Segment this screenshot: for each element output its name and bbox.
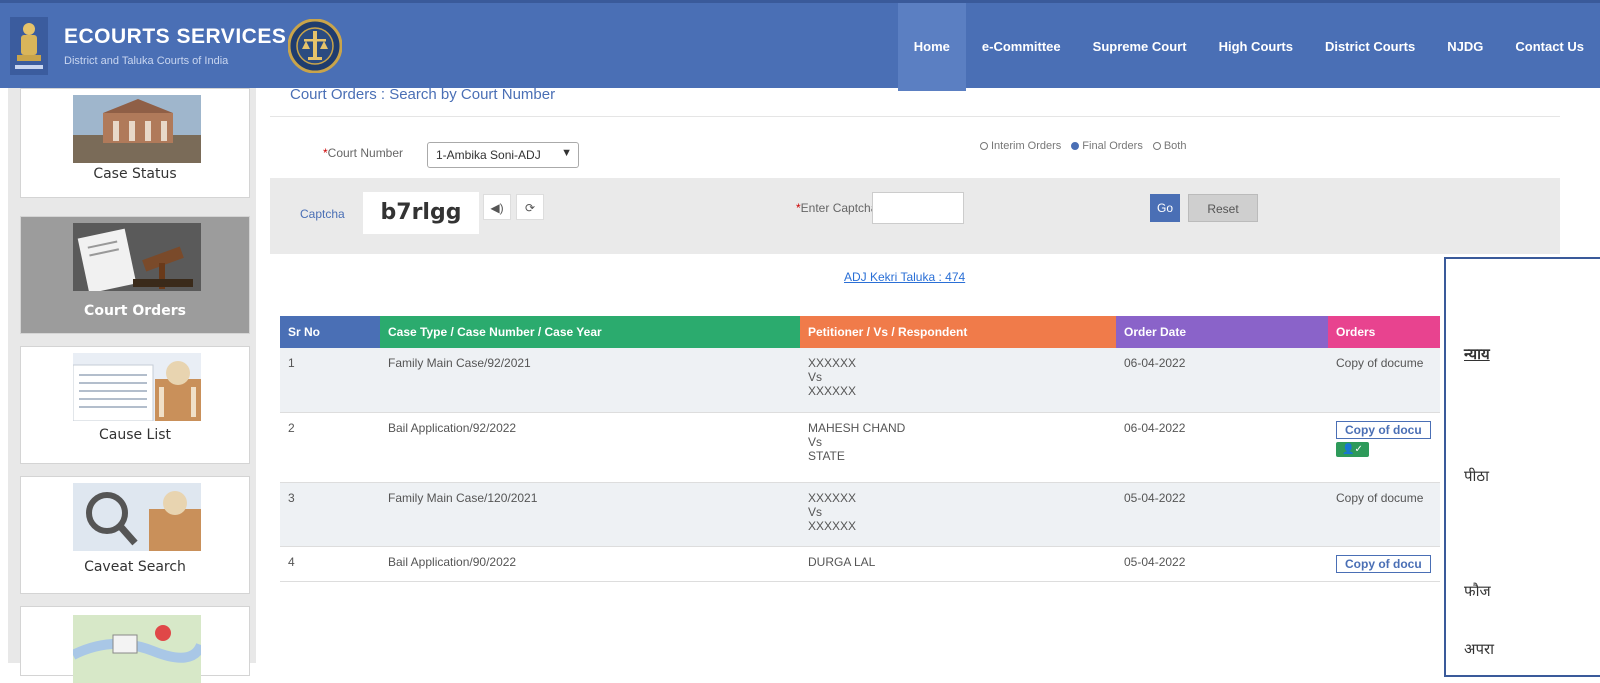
notice-popup: न्याय पीठा फौज अपरा — [1444, 257, 1600, 677]
cell-sr: 4 — [280, 546, 380, 582]
top-header: ECOURTS SERVICES District and Taluka Cou… — [0, 0, 1600, 91]
order-type-radios: Interim Orders Final Orders Both — [980, 140, 1186, 152]
table-header-row: Sr No Case Type / Case Number / Case Yea… — [280, 316, 1440, 348]
radio-circle-icon — [1152, 142, 1161, 150]
court-establishment-link[interactable]: ADJ Kekri Taluka : 474 — [844, 270, 965, 284]
cell-party: MAHESH CHAND Vs STATE — [800, 412, 1116, 483]
cell-case: Family Main Case/92/2021 — [380, 348, 800, 413]
radio-final-orders[interactable]: Final Orders — [1071, 140, 1143, 152]
nav-njdg[interactable]: NJDG — [1431, 3, 1499, 91]
cell-order: Copy of docu 👤✓ — [1328, 412, 1440, 483]
sidebar-item-locator[interactable] — [20, 606, 250, 683]
nav-district-courts[interactable]: District Courts — [1309, 3, 1431, 91]
table-row: 2 Bail Application/92/2022 MAHESH CHAND V… — [280, 412, 1440, 483]
audio-icon[interactable]: ◀) — [483, 194, 511, 220]
go-button[interactable]: Go — [1150, 194, 1180, 222]
list-court-thumb-icon — [73, 353, 201, 421]
page-title: Court Orders : Search by Court Number — [290, 86, 556, 103]
captcha-image: b7rlgg — [363, 192, 479, 234]
cell-date: 05-04-2022 — [1116, 482, 1328, 547]
col-case-type: Case Type / Case Number / Case Year — [380, 316, 800, 348]
orders-table: Sr No Case Type / Case Number / Case Yea… — [280, 316, 1440, 582]
cell-party: DURGA LAL — [800, 546, 1116, 582]
court-number-label: *Court Number — [323, 146, 404, 160]
sidebar-item-label: Case Status — [93, 166, 177, 182]
captcha-input[interactable] — [872, 192, 964, 224]
radio-circle-icon — [1071, 142, 1080, 150]
nav-contact-us[interactable]: Contact Us — [1499, 3, 1600, 91]
cell-sr: 3 — [280, 482, 380, 547]
popup-line: न्याय — [1464, 345, 1490, 363]
nav-supreme-court[interactable]: Supreme Court — [1077, 3, 1203, 91]
refresh-icon[interactable]: ⟳ — [516, 194, 544, 220]
court-number-select[interactable]: 1-Ambika Soni-ADJ ▼ — [427, 142, 579, 168]
cell-order: Copy of docume — [1328, 348, 1440, 413]
sidebar-item-cause-list[interactable]: Cause List — [20, 346, 250, 464]
cell-sr: 2 — [280, 412, 380, 483]
copy-document-button[interactable]: Copy of docu — [1336, 420, 1431, 439]
radio-interim-orders[interactable]: Interim Orders — [980, 140, 1061, 152]
sidebar: Case Status Court Orders Cause List Cave… — [8, 88, 256, 683]
magnifier-court-thumb-icon — [73, 483, 201, 551]
court-number-value: 1-Ambika Soni-ADJ — [436, 148, 541, 162]
col-petitioner: Petitioner / Vs / Respondent — [800, 316, 1116, 348]
divider — [270, 116, 1560, 117]
nav-e-committee[interactable]: e-Committee — [966, 3, 1077, 91]
brand-subtitle: District and Taluka Courts of India — [64, 55, 229, 67]
main-nav: Home e-Committee Supreme Court High Cour… — [897, 3, 1600, 91]
radio-both[interactable]: Both — [1152, 140, 1186, 152]
cell-date: 06-04-2022 — [1116, 348, 1328, 413]
user-check-icon[interactable]: 👤✓ — [1336, 441, 1369, 457]
main-content: Court Orders : Search by Court Number *C… — [270, 86, 1560, 663]
sidebar-item-label: Cause List — [98, 427, 172, 443]
cell-party: XXXXXX Vs XXXXXX — [800, 348, 1116, 413]
enter-captcha-label: *Enter Captcha — [796, 201, 878, 215]
captcha-bar: Captcha b7rlgg ◀) ⟳ *Enter Captcha Go Re… — [270, 178, 1560, 254]
sidebar-item-label: Court Orders — [84, 303, 186, 319]
col-sr-no: Sr No — [280, 316, 380, 348]
table-row: 3 Family Main Case/120/2021 XXXXXX Vs XXXX… — [280, 482, 1440, 547]
chevron-down-icon: ▼ — [561, 147, 572, 159]
popup-line: अपरा — [1464, 640, 1495, 658]
sidebar-item-label: Caveat Search — [84, 559, 186, 575]
sidebar-item-case-status[interactable]: Case Status — [20, 88, 250, 198]
map-pin-thumb-icon — [73, 615, 201, 683]
captcha-label: Captcha — [300, 207, 345, 221]
cell-sr: 1 — [280, 348, 380, 413]
cell-case: Family Main Case/120/2021 — [380, 482, 800, 547]
sidebar-item-court-orders[interactable]: Court Orders — [20, 216, 250, 334]
sidebar-item-caveat-search[interactable]: Caveat Search — [20, 476, 250, 594]
table-row: 4 Bail Application/90/2022 DURGA LAL 05-… — [280, 546, 1440, 582]
court-building-thumb-icon — [73, 95, 201, 163]
nav-home[interactable]: Home — [897, 3, 966, 91]
popup-line: फौज — [1464, 582, 1491, 600]
cell-case: Bail Application/90/2022 — [380, 546, 800, 582]
nav-high-courts[interactable]: High Courts — [1203, 3, 1309, 91]
col-order-date: Order Date — [1116, 316, 1328, 348]
col-orders: Orders — [1328, 316, 1440, 348]
ecourts-logo-icon — [288, 19, 342, 73]
cell-party: XXXXXX Vs XXXXXX — [800, 482, 1116, 547]
cell-order: Copy of docume — [1328, 482, 1440, 547]
popup-line: पीठा — [1464, 467, 1490, 485]
copy-document-button[interactable]: Copy of docu — [1336, 554, 1431, 573]
cell-order: Copy of docu — [1328, 546, 1440, 582]
national-emblem-icon — [10, 17, 48, 75]
cell-case: Bail Application/92/2022 — [380, 412, 800, 483]
table-row: 1 Family Main Case/92/2021 XXXXXX Vs XXXXX… — [280, 348, 1440, 413]
reset-button[interactable]: Reset — [1188, 194, 1258, 222]
brand-title[interactable]: ECOURTS SERVICES — [64, 25, 286, 49]
cell-date: 06-04-2022 — [1116, 412, 1328, 483]
cell-date: 05-04-2022 — [1116, 546, 1328, 582]
gavel-document-thumb-icon — [73, 223, 201, 291]
radio-circle-icon — [980, 142, 988, 150]
